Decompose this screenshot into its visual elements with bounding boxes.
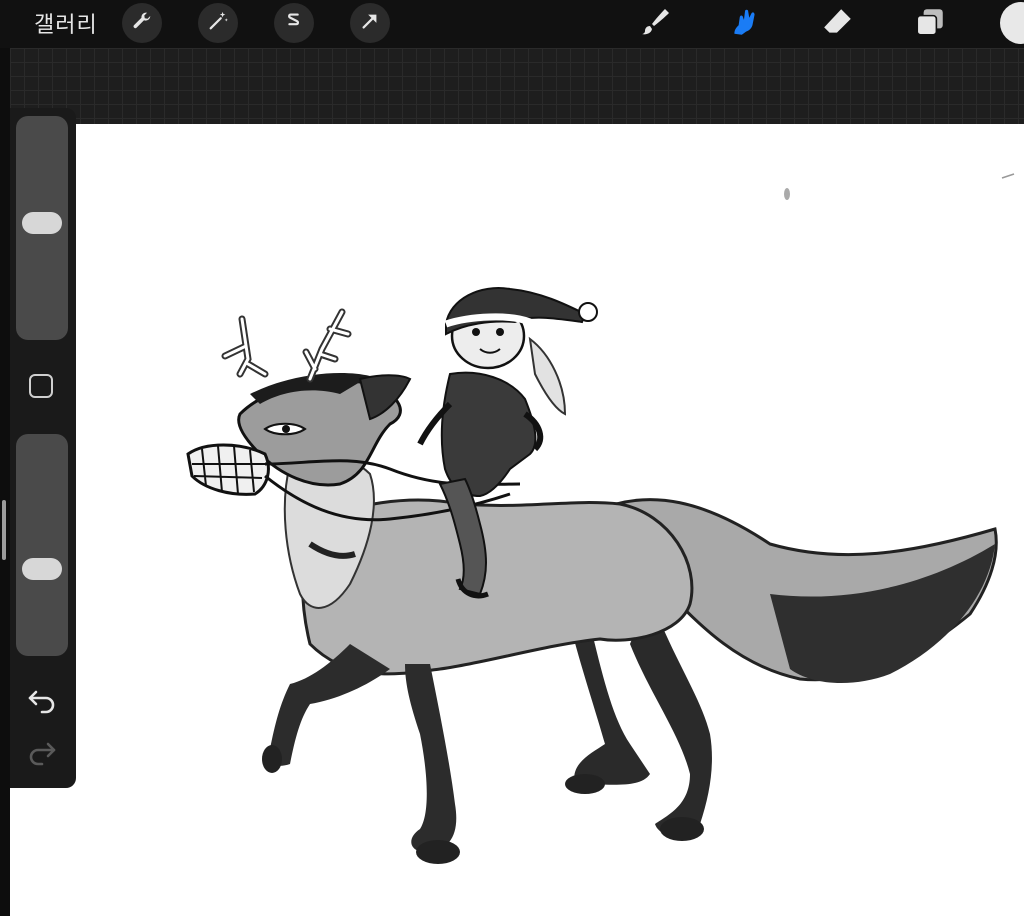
sidebar-drag-handle[interactable] <box>2 500 6 560</box>
screen-edge <box>0 48 10 916</box>
brush-button[interactable] <box>632 2 676 46</box>
left-sidebar <box>10 108 76 788</box>
undo-button[interactable] <box>26 684 58 714</box>
brush-size-slider[interactable] <box>16 116 68 340</box>
adjustments-button[interactable] <box>198 3 238 43</box>
transform-arrow-icon <box>359 10 381 36</box>
opacity-slider[interactable] <box>16 434 68 656</box>
sketch-artwork <box>186 173 1015 864</box>
eraser-button[interactable] <box>816 2 860 46</box>
transform-button[interactable] <box>350 3 390 43</box>
gallery-button[interactable]: 갤러리 <box>34 7 98 39</box>
top-toolbar: 갤러리 <box>0 0 1024 48</box>
redo-icon <box>26 742 58 770</box>
eraser-icon <box>821 5 855 43</box>
actions-button[interactable] <box>122 3 162 43</box>
smudge-icon <box>728 5 762 43</box>
redo-button[interactable] <box>26 736 58 766</box>
drawing-canvas[interactable] <box>10 124 1024 916</box>
brush-size-thumb[interactable] <box>22 212 62 234</box>
undo-icon <box>26 690 58 718</box>
selection-button[interactable] <box>274 3 314 43</box>
selection-icon <box>283 10 305 36</box>
magic-wand-icon <box>207 10 229 36</box>
workspace-background <box>10 48 1024 124</box>
smudge-button[interactable] <box>723 2 767 46</box>
brush-icon <box>638 6 670 42</box>
layers-icon <box>913 5 947 43</box>
layers-button[interactable] <box>908 2 952 46</box>
color-picker-button[interactable] <box>1000 2 1024 44</box>
opacity-thumb[interactable] <box>22 558 62 580</box>
modify-button[interactable] <box>29 374 53 398</box>
wrench-icon <box>131 10 153 36</box>
